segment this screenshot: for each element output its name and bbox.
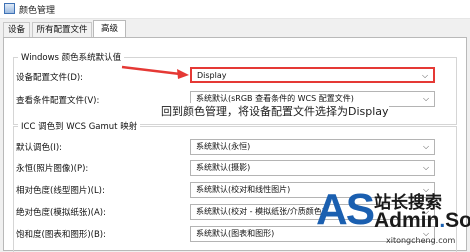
site-watermark: AS 站长搜索 Admin.So xitongcheng.com [316, 184, 470, 251]
arrow-shaft [121, 65, 181, 76]
watermark-brand-b: So [445, 209, 470, 232]
instruction-annotation: 回到颜色管理，将设备配置文件选择为Display [161, 103, 389, 119]
watermark-url: xitongcheng.com [386, 236, 456, 245]
watermark-logo: AS [316, 185, 375, 234]
arrow-head [177, 69, 189, 79]
watermark-brand-a: Admin [374, 209, 440, 232]
watermark-brand: Admin.So [374, 209, 470, 233]
